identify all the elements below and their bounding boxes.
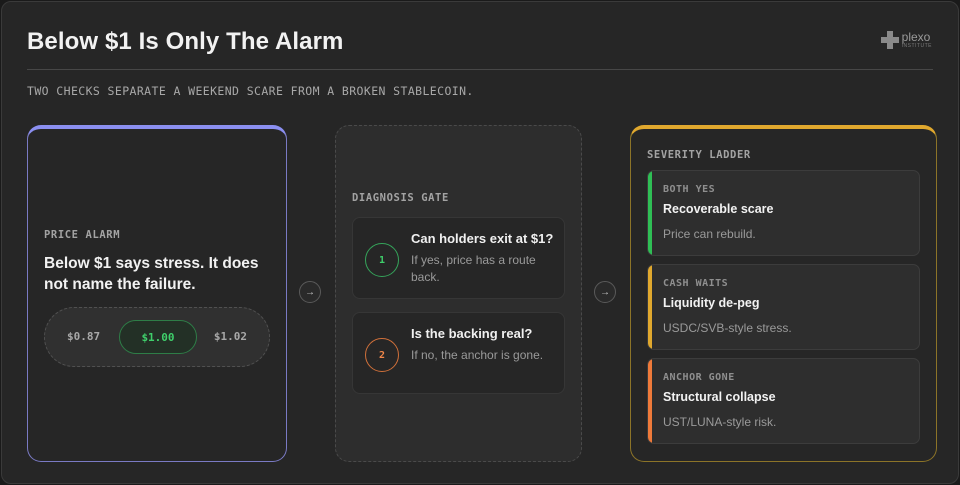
gate-question: 2 Is the backing real? If no, the anchor… bbox=[352, 312, 565, 394]
price-alarm-label: PRICE ALARM bbox=[44, 229, 121, 241]
severity-step: ANCHOR GONE Structural collapse UST/LUNA… bbox=[647, 358, 920, 444]
diagram-frame: Below $1 Is Only The Alarm plexo INSTITU… bbox=[1, 1, 959, 484]
severity-desc: UST/LUNA-style risk. bbox=[663, 415, 777, 429]
header-divider bbox=[27, 69, 933, 70]
severity-desc: Price can rebuild. bbox=[663, 227, 756, 241]
arrow-right-icon: → bbox=[594, 281, 616, 303]
price-peg: $1.00 bbox=[119, 320, 197, 354]
price-high: $1.02 bbox=[213, 330, 247, 343]
logo-subname: INSTITUTE bbox=[901, 43, 932, 49]
diagnosis-gate-label: DIAGNOSIS GATE bbox=[352, 192, 449, 204]
logo-name: plexo bbox=[901, 30, 931, 44]
plus-cross-icon bbox=[880, 31, 899, 49]
severity-tag: CASH WAITS bbox=[663, 278, 729, 289]
arrow-right-icon: → bbox=[299, 281, 321, 303]
question-number-badge: 2 bbox=[365, 338, 399, 372]
severity-color-bar bbox=[648, 359, 652, 443]
price-alarm-text: Below $1 says stress. It does not name t… bbox=[44, 255, 259, 293]
severity-step: BOTH YES Recoverable scare Price can reb… bbox=[647, 170, 920, 256]
gate-question: 1 Can holders exit at $1? If yes, price … bbox=[352, 217, 565, 299]
price-alarm-card: PRICE ALARM Below $1 says stress. It doe… bbox=[27, 125, 287, 462]
severity-ladder-label: SEVERITY LADDER bbox=[647, 149, 751, 161]
severity-tag: BOTH YES bbox=[663, 184, 716, 195]
severity-title: Recoverable scare bbox=[663, 202, 774, 216]
price-scale: $0.87 $1.00 $1.02 bbox=[44, 307, 270, 367]
severity-step: CASH WAITS Liquidity de-peg USDC/SVB-sty… bbox=[647, 264, 920, 350]
severity-color-bar bbox=[648, 265, 652, 349]
severity-color-bar bbox=[648, 171, 652, 255]
question-number-badge: 1 bbox=[365, 243, 399, 277]
severity-tag: ANCHOR GONE bbox=[663, 372, 735, 383]
brand-logo: plexo INSTITUTE bbox=[880, 30, 932, 49]
severity-title: Structural collapse bbox=[663, 390, 776, 404]
severity-title: Liquidity de-peg bbox=[663, 296, 760, 310]
page-title: Below $1 Is Only The Alarm bbox=[27, 28, 344, 55]
question-title: Can holders exit at $1? bbox=[411, 231, 554, 246]
severity-ladder-card: SEVERITY LADDER BOTH YES Recoverable sca… bbox=[630, 125, 937, 462]
question-subtext: If yes, price has a route back. bbox=[411, 253, 536, 284]
question-subtext: If no, the anchor is gone. bbox=[411, 348, 544, 362]
severity-desc: USDC/SVB-style stress. bbox=[663, 321, 792, 335]
diagnosis-gate-card: DIAGNOSIS GATE 1 Can holders exit at $1?… bbox=[335, 125, 582, 462]
price-low: $0.87 bbox=[67, 330, 101, 343]
question-title: Is the backing real? bbox=[411, 326, 533, 341]
page-subtitle: TWO CHECKS SEPARATE A WEEKEND SCARE FROM… bbox=[27, 84, 474, 98]
